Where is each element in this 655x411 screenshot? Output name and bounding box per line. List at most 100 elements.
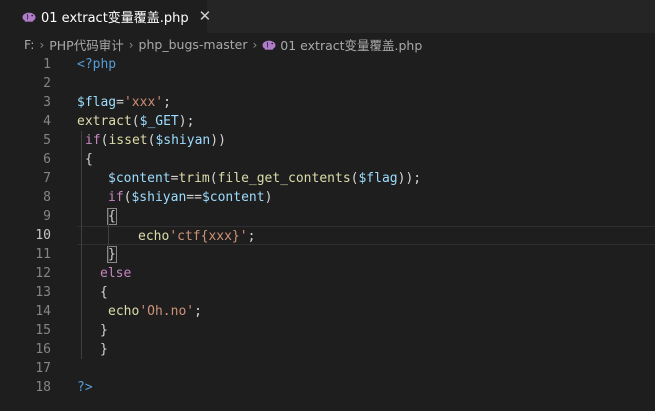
code-token: $content	[201, 190, 265, 205]
code-token: 'ctf{xxx}'	[169, 229, 248, 244]
code-token: (	[209, 171, 218, 186]
code-area: }	[77, 245, 655, 264]
code-text: }	[100, 340, 108, 359]
code-text: <?php	[77, 55, 116, 74]
code-line[interactable]: 1 <?php	[0, 55, 655, 74]
code-token: <?php	[77, 57, 117, 72]
code-text: {	[100, 283, 108, 302]
line-number: 4	[43, 114, 51, 129]
code-line[interactable]: 18 ?>	[0, 378, 655, 397]
code-token: )	[264, 190, 273, 205]
code-text: else	[100, 264, 131, 283]
code-token: file_get_contents	[217, 171, 351, 186]
code-token: =	[116, 95, 124, 110]
code-line[interactable]: 11}	[0, 245, 655, 264]
code-token: (	[131, 114, 140, 129]
code-area: else	[77, 264, 655, 283]
code-token: ;	[247, 229, 256, 244]
editor-window: 01 extract变量覆盖.php ✕ F: › PHP代码审计 › php_…	[0, 0, 655, 411]
code-token: ==	[186, 190, 202, 205]
code-line[interactable]: 8 if($shiyan==$content)	[0, 188, 655, 207]
tab-active-file[interactable]: 01 extract变量覆盖.php ✕	[0, 0, 211, 33]
code-line[interactable]: 7 $content=trim(file_get_contents($flag))…	[0, 169, 655, 188]
code-token: $content	[108, 171, 171, 186]
code-area: if($shiyan==$content)	[77, 188, 655, 207]
code-area	[77, 74, 655, 93]
code-line[interactable]: 14 echo'Oh.no';	[0, 302, 655, 321]
code-area: <?php	[77, 55, 655, 74]
code-token: {	[107, 208, 117, 225]
code-token: $shiyan	[155, 133, 211, 148]
code-area: ?>	[77, 378, 655, 397]
code-text: }	[100, 321, 108, 340]
code-line[interactable]: 13 {	[0, 283, 655, 302]
code-text: echo'ctf{xxx}';	[138, 227, 255, 246]
code-token: isset	[108, 133, 148, 148]
code-line[interactable]: 15}	[0, 321, 655, 340]
code-token: if	[85, 133, 101, 148]
code-line[interactable]: 2	[0, 74, 655, 93]
code-token: $flag	[77, 95, 117, 110]
line-number: 18	[35, 380, 51, 395]
line-number: 1	[43, 57, 51, 72]
line-number: 7	[43, 171, 51, 186]
line-number: 8	[43, 190, 51, 205]
code-area: extract($_GET);	[77, 112, 655, 131]
code-line[interactable]: 4 extract($_GET);	[0, 112, 655, 131]
breadcrumb-drive[interactable]: F:	[24, 37, 34, 52]
code-text: $flag='xxx';	[77, 93, 171, 112]
tab-bar: 01 extract变量覆盖.php ✕	[0, 0, 655, 33]
code-token: }	[100, 342, 108, 357]
code-area: $content=trim(file_get_contents($flag));	[77, 169, 655, 188]
code-area: echo'ctf{xxx}';	[77, 226, 655, 245]
code-area: }	[77, 321, 655, 340]
code-area: echo'Oh.no';	[77, 302, 655, 321]
breadcrumb-folder-audit[interactable]: PHP代码审计	[49, 35, 123, 54]
code-token: $_GET	[139, 114, 179, 129]
line-number: 10	[35, 228, 51, 243]
code-token: {	[100, 285, 108, 300]
chevron-right-icon: ›	[128, 37, 134, 52]
code-token: echo	[108, 304, 140, 319]
code-token: ))	[210, 133, 226, 148]
code-token: if	[108, 190, 124, 205]
code-line[interactable]: 9{	[0, 207, 655, 226]
line-number: 15	[35, 323, 51, 338]
php-elephant-icon	[262, 40, 276, 50]
code-line[interactable]: 5 if(isset($shiyan))	[0, 131, 655, 150]
line-number: 3	[43, 95, 51, 110]
code-area: {	[77, 283, 655, 302]
code-token: ?>	[77, 380, 93, 395]
code-text: if($shiyan==$content)	[108, 188, 272, 207]
close-icon[interactable]: ✕	[199, 9, 212, 24]
chevron-right-icon: ›	[39, 37, 45, 52]
code-text: if(isset($shiyan))	[85, 131, 226, 150]
code-token: ;	[163, 95, 171, 110]
code-token: 'Oh.no'	[139, 304, 195, 319]
code-line[interactable]: 16}	[0, 340, 655, 359]
line-number: 14	[35, 304, 51, 319]
line-number: 5	[43, 133, 51, 148]
code-line[interactable]: 6{	[0, 150, 655, 169]
php-elephant-icon	[22, 12, 36, 22]
code-token: 'xxx'	[123, 95, 164, 110]
code-token: );	[178, 114, 195, 129]
code-line[interactable]: 17	[0, 359, 655, 378]
line-number: 6	[43, 152, 51, 167]
line-number: 17	[35, 361, 51, 376]
code-editor[interactable]: 1 <?php 2 3 $flag='xxx'; 4 extract($_GET); 5 if(…	[0, 56, 655, 411]
indent-guide	[81, 131, 82, 359]
breadcrumb-folder-bugs[interactable]: php_bugs-master	[139, 37, 248, 52]
code-area: $flag='xxx';	[77, 93, 655, 112]
code-line[interactable]: 12 else	[0, 264, 655, 283]
code-token: $shiyan	[131, 190, 187, 205]
code-line[interactable]: 10 echo'ctf{xxx}';	[0, 226, 655, 245]
code-area: if(isset($shiyan))	[77, 131, 655, 150]
code-area	[77, 359, 655, 378]
code-line[interactable]: 3 $flag='xxx';	[0, 93, 655, 112]
code-token: ));	[397, 171, 422, 186]
code-token: extract	[77, 114, 132, 129]
breadcrumb-file[interactable]: 01 extract变量覆盖.php	[280, 35, 422, 54]
code-token: trim	[178, 171, 210, 186]
line-number: 13	[35, 285, 51, 300]
